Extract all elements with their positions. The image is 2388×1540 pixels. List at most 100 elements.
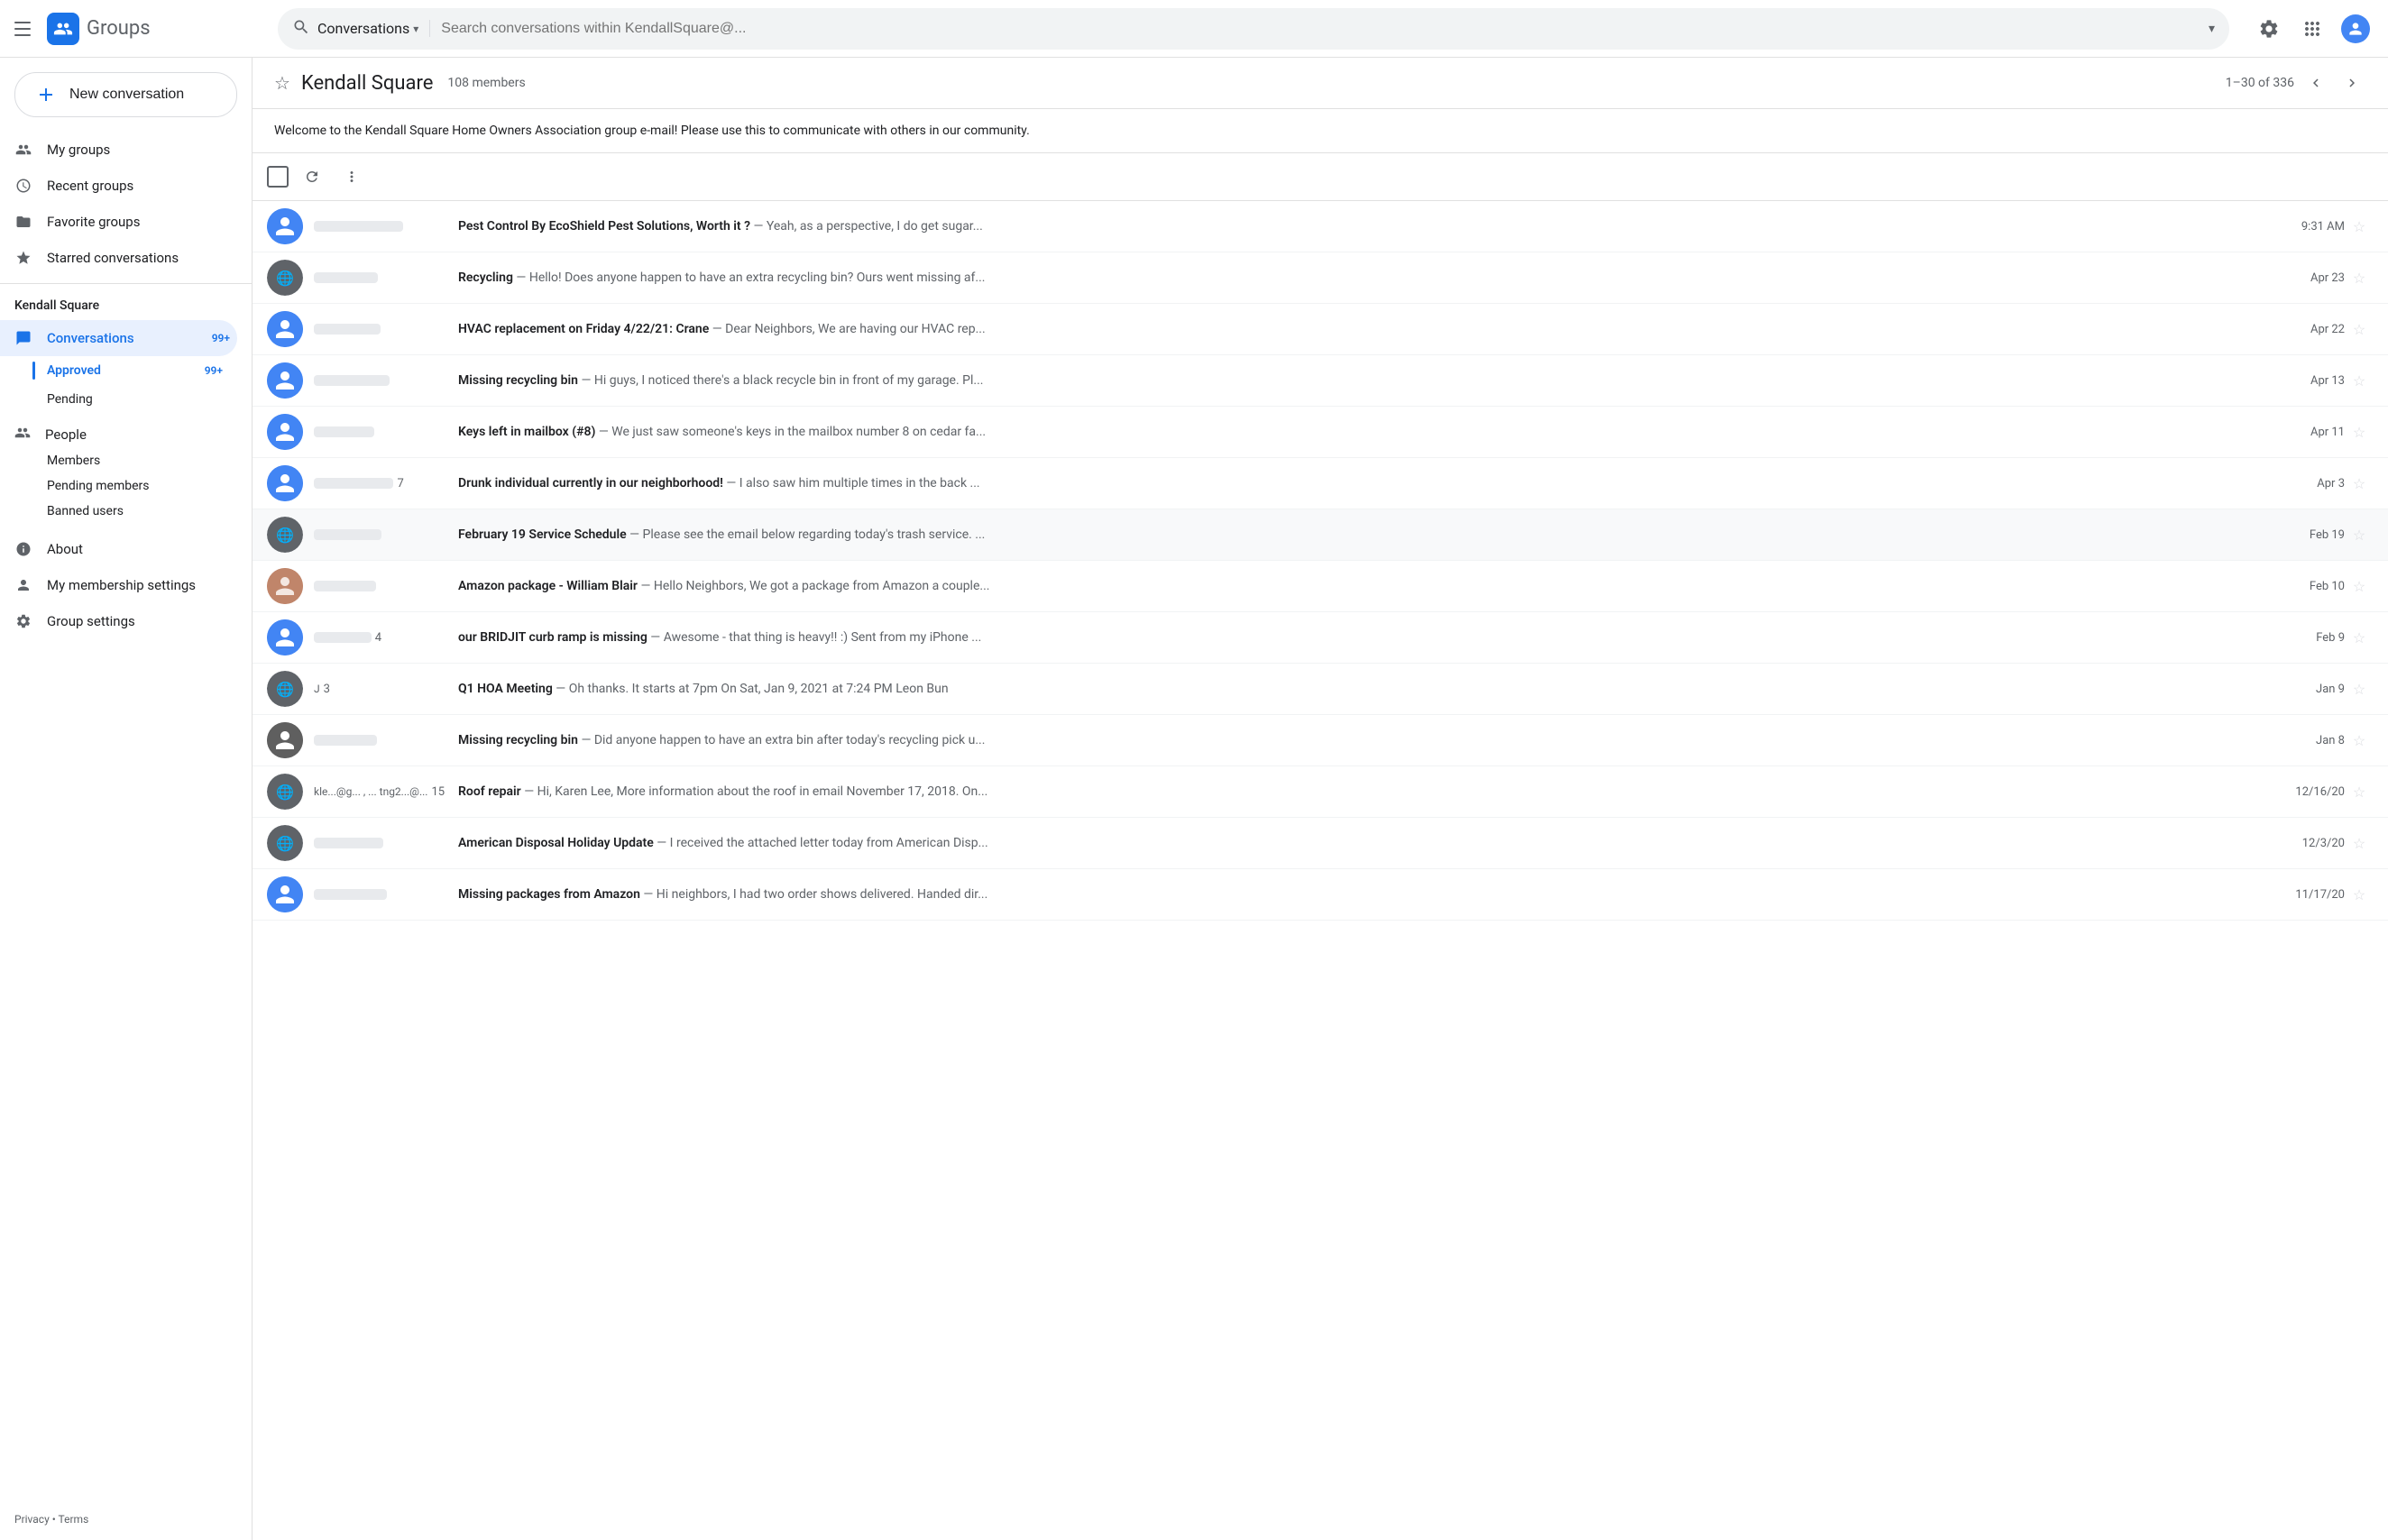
conversation-row[interactable]: Missing packages from Amazon — Hi neighb… [253, 869, 2388, 921]
conversation-preview: — Hi, Karen Lee, More information about … [521, 784, 988, 799]
apps-button[interactable] [2294, 11, 2330, 47]
sidebar-item-membership[interactable]: My membership settings [0, 567, 237, 603]
privacy-link[interactable]: Privacy [14, 1513, 50, 1526]
conversation-preview: — Oh thanks. It starts at 7pm On Sat, Ja… [553, 682, 949, 696]
conversation-row[interactable]: Amazon package - William Blair — Hello N… [253, 561, 2388, 612]
conversation-subject: HVAC replacement on Friday 4/22/21: Cran… [458, 322, 709, 336]
conversation-preview: — Hello Neighbors, We got a package from… [638, 579, 990, 593]
conversation-subject: American Disposal Holiday Update [458, 836, 654, 850]
sidebar-item-starred[interactable]: Starred conversations [0, 240, 237, 276]
conversation-avatar [267, 208, 303, 244]
sidebar-footer: Privacy • Terms [0, 1506, 252, 1533]
plus-icon [33, 82, 59, 107]
conversation-subject: Q1 HOA Meeting [458, 682, 553, 696]
conversation-row[interactable]: 🌐J3Q1 HOA Meeting — Oh thanks. It starts… [253, 664, 2388, 715]
menu-icon[interactable] [14, 18, 36, 40]
sidebar: New conversation My groups Recent groups… [0, 58, 253, 1540]
svg-text:🌐: 🌐 [276, 527, 294, 544]
conversation-sender [314, 221, 458, 232]
conversation-star-button[interactable]: ☆ [2345, 321, 2374, 338]
search-input[interactable] [441, 21, 2201, 37]
new-conversation-button[interactable]: New conversation [14, 72, 237, 117]
sidebar-item-pending-members[interactable]: Pending members [47, 473, 237, 499]
conversation-avatar [267, 311, 303, 347]
prev-page-button[interactable] [2301, 69, 2330, 97]
conversation-star-button[interactable]: ☆ [2345, 578, 2374, 595]
conversation-star-button[interactable]: ☆ [2345, 629, 2374, 646]
conversation-row[interactable]: HVAC replacement on Friday 4/22/21: Cran… [253, 304, 2388, 355]
conversation-date: 12/3/20 [2282, 837, 2345, 850]
conversation-star-button[interactable]: ☆ [2345, 835, 2374, 852]
conversation-subject: Missing packages from Amazon [458, 887, 640, 902]
conversation-star-button[interactable]: ☆ [2345, 732, 2374, 749]
conversation-avatar [267, 362, 303, 399]
conversation-body: February 19 Service Schedule — Please se… [458, 527, 2282, 542]
conversation-star-button[interactable]: ☆ [2345, 784, 2374, 801]
conversation-date: Apr 22 [2282, 323, 2345, 336]
conversation-avatar [267, 876, 303, 912]
group-settings-label: Group settings [47, 613, 135, 629]
terms-link[interactable]: Terms [59, 1513, 89, 1526]
select-all-checkbox[interactable] [267, 166, 289, 188]
topbar-right [2251, 11, 2374, 47]
conversation-preview: — I also saw him multiple times in the b… [723, 476, 980, 490]
more-options-button[interactable] [335, 160, 368, 193]
conversation-subject: Amazon package - William Blair [458, 579, 638, 593]
conversation-row[interactable]: Keys left in mailbox (#8) — We just saw … [253, 407, 2388, 458]
search-dropdown[interactable]: Conversations ▾ [317, 20, 430, 37]
conversation-row[interactable]: Missing recycling bin — Hi guys, I notic… [253, 355, 2388, 407]
conversation-star-button[interactable]: ☆ [2345, 527, 2374, 544]
people-header[interactable]: People [14, 421, 237, 448]
sidebar-item-recent-groups[interactable]: Recent groups [0, 168, 237, 204]
conversation-star-button[interactable]: ☆ [2345, 424, 2374, 441]
settings-button[interactable] [2251, 11, 2287, 47]
conversation-star-button[interactable]: ☆ [2345, 475, 2374, 492]
group-star-button[interactable]: ☆ [274, 72, 290, 94]
sidebar-item-label: Favorite groups [47, 214, 140, 230]
search-bar: Conversations ▾ ▾ [278, 8, 2229, 50]
conversation-row[interactable]: Pest Control By EcoShield Pest Solutions… [253, 201, 2388, 252]
conversation-sender [314, 529, 458, 540]
sidebar-item-about[interactable]: About [0, 531, 237, 567]
svg-text:🌐: 🌐 [276, 835, 294, 852]
conversation-row[interactable]: Missing recycling bin — Did anyone happe… [253, 715, 2388, 766]
conversation-preview: — Dear Neighbors, We are having our HVAC… [709, 322, 985, 336]
sidebar-item-group-settings[interactable]: Group settings [0, 603, 237, 639]
conversation-star-button[interactable]: ☆ [2345, 270, 2374, 287]
conversation-subject: Drunk individual currently in our neighb… [458, 476, 723, 490]
conversation-row[interactable]: 🌐Recycling — Hello! Does anyone happen t… [253, 252, 2388, 304]
conversation-list: Pest Control By EcoShield Pest Solutions… [253, 201, 2388, 1540]
refresh-button[interactable] [296, 160, 328, 193]
conversation-body: Missing recycling bin — Did anyone happe… [458, 733, 2282, 747]
settings-icon [14, 612, 32, 630]
sidebar-item-my-groups[interactable]: My groups [0, 132, 237, 168]
star-icon [14, 249, 32, 267]
next-page-button[interactable] [2337, 69, 2366, 97]
conversation-star-button[interactable]: ☆ [2345, 681, 2374, 698]
account-button[interactable] [2337, 11, 2374, 47]
reply-count: 7 [397, 477, 403, 490]
conversation-row[interactable]: 🌐kle...@g... , ... tng2...@...15Roof rep… [253, 766, 2388, 818]
sidebar-subitem-pending[interactable]: Pending [0, 385, 237, 414]
conversation-star-button[interactable]: ☆ [2345, 218, 2374, 235]
conversation-row[interactable]: 7 Drunk individual currently in our neigh… [253, 458, 2388, 509]
sidebar-item-conversations[interactable]: Conversations 99+ [0, 320, 237, 356]
conversation-row[interactable]: 🌐 February 19 Service Schedule — Please s… [253, 509, 2388, 561]
conversation-avatar [267, 414, 303, 450]
sidebar-item-favorite-groups[interactable]: Favorite groups [0, 204, 237, 240]
conversation-row[interactable]: 🌐American Disposal Holiday Update — I re… [253, 818, 2388, 869]
sidebar-item-members[interactable]: Members [47, 448, 237, 473]
person-icon [14, 576, 32, 594]
conversation-star-button[interactable]: ☆ [2345, 886, 2374, 903]
svg-text:🌐: 🌐 [276, 681, 294, 698]
reply-count: 4 [375, 631, 381, 645]
search-options-icon[interactable]: ▾ [2209, 22, 2215, 36]
conversation-date: 11/17/20 [2282, 888, 2345, 902]
conversation-row[interactable]: 4our BRIDJIT curb ramp is missing — Awes… [253, 612, 2388, 664]
sidebar-item-banned-users[interactable]: Banned users [47, 499, 237, 524]
conversation-preview: — Hello! Does anyone happen to have an e… [513, 270, 986, 285]
conversation-subject: February 19 Service Schedule [458, 527, 627, 542]
search-dropdown-label: Conversations [317, 20, 409, 37]
sidebar-subitem-approved[interactable]: Approved 99+ [0, 356, 237, 385]
conversation-star-button[interactable]: ☆ [2345, 372, 2374, 390]
